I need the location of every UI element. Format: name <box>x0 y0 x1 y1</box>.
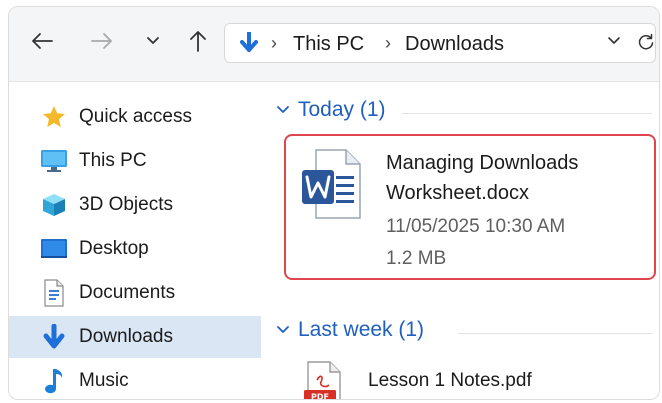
file-item-lesson-notes[interactable]: PDF Lesson 1 Notes.pdf <box>302 360 642 401</box>
sidebar-item-this-pc[interactable]: This PC <box>9 140 261 182</box>
sidebar-item-music[interactable]: Music <box>9 360 261 399</box>
recent-locations-button[interactable] <box>141 26 165 56</box>
group-title: Last week (1) <box>298 318 425 341</box>
file-name: Managing Downloads Worksheet.docx <box>386 152 579 204</box>
group-header-last-week[interactable]: Last week (1) <box>276 318 424 342</box>
file-name: Lesson 1 Notes.pdf <box>368 370 532 391</box>
chevron-down-icon <box>277 326 289 333</box>
sidebar-item-3d-objects[interactable]: 3D Objects <box>9 184 261 226</box>
group-header-today[interactable]: Today (1) <box>276 98 386 122</box>
file-explorer-window: › This PC › Downloads Quick access This … <box>8 6 660 400</box>
star-icon <box>39 103 69 131</box>
sidebar-item-desktop[interactable]: Desktop <box>9 228 261 270</box>
up-button[interactable] <box>183 26 213 56</box>
chevron-down-icon <box>147 37 159 44</box>
group-divider <box>458 333 652 334</box>
sidebar-item-label: Quick access <box>79 106 192 127</box>
sidebar-item-label: 3D Objects <box>79 194 173 215</box>
sidebar-item-label: This PC <box>79 150 147 171</box>
download-arrow-icon <box>240 32 258 52</box>
group-divider <box>402 113 652 114</box>
arrow-up-icon <box>190 31 206 52</box>
desktop-icon <box>39 235 69 263</box>
sidebar-item-label: Music <box>79 370 129 391</box>
breadcrumb-downloads[interactable]: Downloads <box>405 33 504 56</box>
sidebar-item-label: Desktop <box>79 238 149 259</box>
music-note-icon <box>39 367 69 395</box>
chevron-down-icon <box>277 106 289 113</box>
file-size: 1.2 MB <box>386 248 447 269</box>
breadcrumb-separator: › <box>271 33 277 53</box>
document-icon <box>39 279 69 307</box>
arrow-right-icon <box>91 33 112 49</box>
breadcrumb-this-pc[interactable]: This PC <box>293 33 364 56</box>
sidebar-item-documents[interactable]: Documents <box>9 272 261 314</box>
group-title: Today (1) <box>298 98 386 121</box>
refresh-icon[interactable] <box>637 33 655 51</box>
sidebar-item-downloads[interactable]: Downloads <box>9 316 261 358</box>
forward-button[interactable] <box>87 26 117 56</box>
back-button[interactable] <box>27 26 57 56</box>
address-bar[interactable]: › This PC › Downloads <box>224 23 656 63</box>
file-item-worksheet[interactable]: Managing Downloads Worksheet.docx 11/05/… <box>284 134 656 280</box>
navigation-pane: Quick access This PC 3D Objects Desktop … <box>9 82 261 399</box>
breadcrumb-separator: › <box>385 33 391 53</box>
toolbar: › This PC › Downloads <box>9 7 659 82</box>
download-arrow-icon <box>39 323 69 351</box>
sidebar-item-label: Documents <box>79 282 176 303</box>
file-list-pane: Today (1) Managing Downloads Worksheet.d… <box>262 82 659 399</box>
sidebar-item-quick-access[interactable]: Quick access <box>9 96 261 138</box>
svg-text:PDF: PDF <box>311 393 329 401</box>
monitor-icon <box>39 147 69 175</box>
sidebar-item-label: Downloads <box>79 326 173 347</box>
file-date-modified: 11/05/2025 10:30 AM <box>386 216 566 237</box>
pdf-document-icon: PDF <box>302 360 346 401</box>
word-document-icon <box>300 148 364 225</box>
cube-icon <box>39 191 69 219</box>
arrow-left-icon <box>32 33 53 49</box>
chevron-down-icon[interactable] <box>607 36 621 46</box>
